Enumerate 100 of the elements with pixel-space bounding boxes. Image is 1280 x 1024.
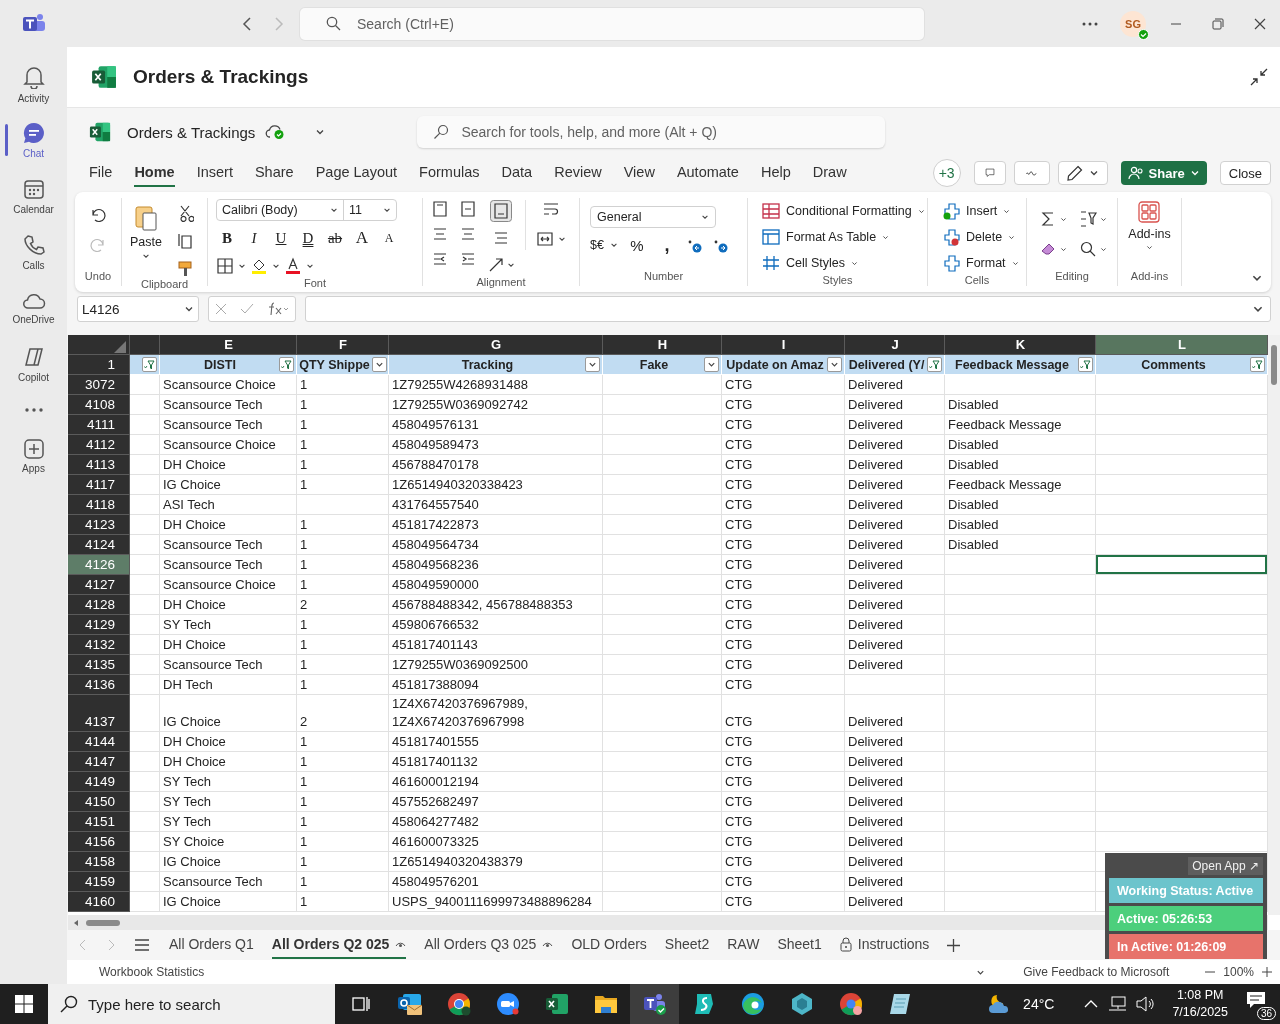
menu-tab[interactable]: Data: [501, 159, 533, 187]
filter-button[interactable]: [371, 357, 387, 372]
row-header[interactable]: 3072: [68, 375, 130, 395]
column-header[interactable]: I: [722, 335, 845, 355]
workbook-name[interactable]: Orders & Trackings: [127, 123, 256, 141]
align-middle-icon[interactable]: [459, 200, 477, 218]
font-color-icon[interactable]: [284, 257, 302, 275]
vertical-scrollbar[interactable]: [1268, 335, 1280, 915]
folder-icon[interactable]: [593, 993, 618, 1015]
menu-tab[interactable]: Page Layout: [315, 159, 398, 187]
back-icon[interactable]: [242, 16, 252, 31]
row-header[interactable]: 4123: [68, 515, 130, 535]
more-icon[interactable]: [23, 407, 44, 413]
feedback-link[interactable]: Give Feedback to Microsoft: [1023, 965, 1170, 979]
row-header[interactable]: 1: [68, 355, 130, 375]
number-format-dropdown[interactable]: General: [590, 206, 716, 228]
name-box[interactable]: L4126: [77, 296, 199, 322]
cells-item[interactable]: Delete: [942, 226, 1016, 248]
sheet-tab[interactable]: All Orders Q3 025: [424, 931, 554, 959]
row-header[interactable]: 4137: [68, 695, 130, 732]
share-button[interactable]: Share: [1120, 161, 1207, 185]
row-header[interactable]: 4124: [68, 535, 130, 555]
row-header[interactable]: 4112: [68, 435, 130, 455]
search-field[interactable]: Search (Ctrl+E): [300, 7, 924, 40]
decrease-indent-icon[interactable]: [431, 250, 449, 268]
row-header[interactable]: 4156: [68, 832, 130, 852]
browser-icon[interactable]: [740, 992, 765, 1016]
chevron-up-icon[interactable]: [1084, 999, 1099, 1009]
font-style-button[interactable]: I: [243, 227, 265, 249]
filter-button[interactable]: [704, 357, 719, 372]
menu-tab[interactable]: Draw: [812, 159, 847, 187]
align-top-icon[interactable]: [431, 200, 449, 218]
font-name-dropdown[interactable]: Calibri (Body): [217, 200, 344, 220]
filter-button[interactable]: [827, 357, 842, 372]
selected-cell[interactable]: [1096, 555, 1268, 575]
close-button[interactable]: Close: [1219, 161, 1271, 185]
clock-date[interactable]: 7/16/2025: [1172, 1004, 1228, 1021]
formula-field[interactable]: [305, 296, 1271, 322]
workbook-statistics[interactable]: Workbook Statistics: [99, 965, 205, 979]
teams-app-icon[interactable]: [641, 992, 668, 1016]
cells-item[interactable]: Insert: [942, 200, 1011, 222]
row-header[interactable]: 4160: [68, 892, 130, 912]
more-icon[interactable]: [1082, 21, 1098, 26]
font-style-button[interactable]: D: [297, 227, 319, 249]
close-icon[interactable]: [1254, 17, 1266, 30]
scroll-thumb[interactable]: [86, 919, 120, 926]
cells-item[interactable]: Format: [942, 252, 1019, 274]
align-center-icon[interactable]: [459, 225, 477, 243]
network-icon[interactable]: [1108, 996, 1127, 1012]
rail-item[interactable]: Calls: [0, 224, 67, 280]
notification-icon[interactable]: [1246, 991, 1266, 1009]
rail-item[interactable]: Apps: [0, 428, 67, 484]
borders-icon[interactable]: [216, 257, 234, 275]
spreadsheet-app-icon[interactable]: [544, 992, 569, 1016]
row-header[interactable]: 4147: [68, 752, 130, 772]
app-icon[interactable]: [692, 992, 715, 1016]
filter-button[interactable]: [1078, 357, 1093, 372]
column-header[interactable]: F: [297, 335, 389, 355]
search-field[interactable]: Search for tools, help, and more (Alt + Q): [417, 116, 886, 148]
currency-button[interactable]: $€: [590, 234, 618, 256]
maximize-icon[interactable]: [1212, 17, 1224, 30]
font-style-button[interactable]: A: [351, 227, 373, 249]
menu-tab[interactable]: Insert: [196, 159, 233, 187]
notepad-icon[interactable]: [887, 992, 912, 1016]
column-header[interactable]: J: [845, 335, 945, 355]
select-all-button[interactable]: [68, 335, 130, 355]
row-header[interactable]: 4127: [68, 575, 130, 595]
orientation-icon[interactable]: [487, 256, 505, 274]
filter-button[interactable]: [927, 357, 942, 372]
row-header[interactable]: 4111: [68, 415, 130, 435]
menu-tab[interactable]: Help: [760, 159, 791, 187]
sheet-tab[interactable]: OLD Orders: [571, 931, 647, 959]
align-bottom-icon[interactable]: [490, 200, 512, 222]
column-header[interactable]: L: [1096, 335, 1268, 355]
row-header[interactable]: 4144: [68, 732, 130, 752]
scroll-left-icon[interactable]: [72, 918, 80, 927]
column-header[interactable]: E: [160, 335, 297, 355]
menu-tab[interactable]: Home: [134, 159, 175, 187]
row-header[interactable]: 4108: [68, 395, 130, 415]
sheet-tab[interactable]: Sheet2: [664, 931, 710, 959]
rail-item[interactable]: Copilot: [0, 336, 67, 392]
sort-filter-icon[interactable]: [1079, 210, 1097, 228]
sheet-tab[interactable]: Sheet1: [777, 931, 822, 959]
column-header[interactable]: G: [389, 335, 603, 355]
font-style-button[interactable]: A: [378, 227, 400, 249]
row-header[interactable]: 4132: [68, 635, 130, 655]
find-icon[interactable]: [1079, 240, 1097, 258]
row-header[interactable]: 4151: [68, 812, 130, 832]
rail-item[interactable]: Activity: [0, 56, 67, 112]
sheet-tab[interactable]: Instructions: [839, 931, 930, 959]
coauthors-badge[interactable]: +3: [932, 159, 961, 187]
sheet-tab[interactable]: RAW: [727, 931, 760, 959]
menu-tab[interactable]: Share: [254, 159, 294, 187]
menu-tab[interactable]: View: [623, 159, 655, 187]
menu-tab[interactable]: Review: [554, 159, 602, 187]
zoom-in-icon[interactable]: [1262, 967, 1272, 977]
filter-button[interactable]: [279, 357, 294, 372]
mail-app-icon[interactable]: [396, 992, 423, 1016]
comma-button[interactable]: ,: [655, 234, 678, 256]
rail-item[interactable]: Chat: [0, 112, 67, 168]
